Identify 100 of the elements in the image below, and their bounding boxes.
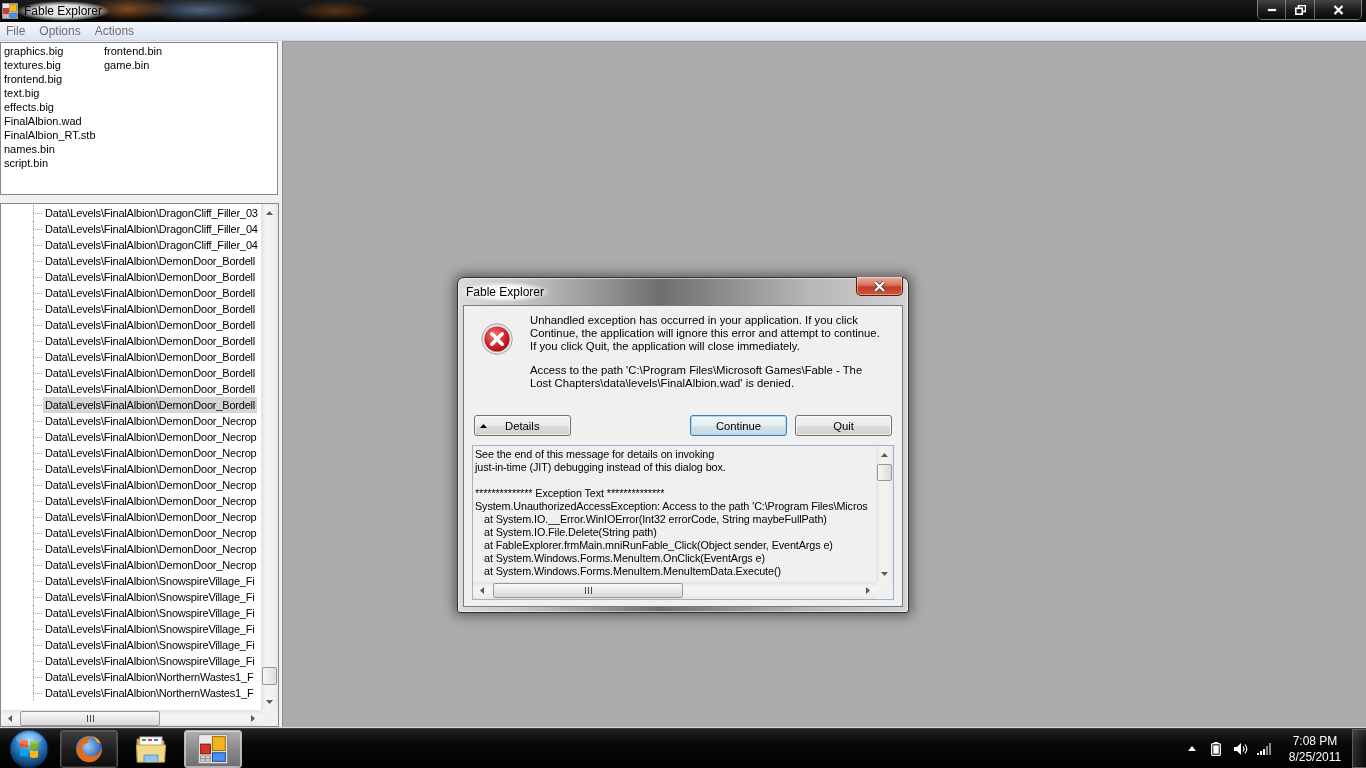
file-list-item[interactable]: frontend.big [4,72,63,86]
file-list-item[interactable]: textures.big [4,58,61,72]
restore-button[interactable] [1285,0,1314,19]
battery-icon[interactable] [1211,741,1221,756]
tree-item[interactable]: Data\Levels\FinalAlbion\DemonDoor_Necrop [43,509,259,525]
tree-item[interactable]: Data\Levels\FinalAlbion\DemonDoor_Bordell [43,349,258,365]
flag-orb-icon [9,728,49,768]
up-arrow-icon[interactable] [1188,746,1196,751]
details-line: just-in-time (JIT) debugging instead of this dialog box. [475,461,726,474]
exception-line: System.UnauthorizedAccessException: Access to the path 'C:\Program Files\Micros [475,500,868,513]
tree-item[interactable]: Data\Levels\FinalAlbion\DemonDoor_Necrop [43,557,259,573]
tree-item[interactable]: Data\Levels\FinalAlbion\DragonCliff_Filler_04 [43,221,260,237]
quit-button[interactable]: Quit [795,415,892,436]
dialog-title: Fable Explorer [459,282,552,302]
file-list-item[interactable]: graphics.big [4,44,64,58]
tree-item[interactable]: Data\Levels\FinalAlbion\DemonDoor_Necrop [43,461,259,477]
error-icon [481,323,513,355]
window-title: Fable Explorer [16,1,111,21]
file-list-item[interactable]: FinalAlbion_RT.stb [4,128,96,142]
horizontal-scrollbar[interactable] [1,710,261,726]
details-button[interactable]: Details [474,415,571,436]
tree-item[interactable]: Data\Levels\FinalAlbion\DemonDoor_Bordell [43,333,258,349]
clock-time: 7:08 PM [1292,732,1338,749]
show-desktop-button[interactable] [1352,729,1366,768]
minimize-button[interactable] [1258,0,1285,19]
tree-item[interactable]: Data\Levels\FinalAlbion\DemonDoor_Bordell [43,301,258,317]
tree-item[interactable]: Data\Levels\FinalAlbion\SnowspireVillage_Fi [43,621,257,637]
taskbar-button[interactable] [184,729,242,768]
tree-item[interactable]: Data\Levels\FinalAlbion\DemonDoor_Necrop [43,493,259,509]
file-list-item[interactable]: text.big [4,86,40,100]
close-icon [1332,4,1344,15]
stack-trace-line: at FableExplorer.frmMain.mniRunFable_Click(Object sender, EventArgs e) [484,539,833,552]
up-arrow-icon[interactable] [266,210,273,215]
taskbar-button[interactable] [60,729,118,768]
right-arrow-icon[interactable] [250,714,255,722]
continue-button[interactable]: Continue [690,415,787,436]
tree-item[interactable]: Data\Levels\FinalAlbion\DragonCliff_Filler_03 [43,205,260,221]
error-detail: Access to the path 'C:\Program Files\Microsoft Games\Fable - The Lost Chapters\data\levels\FinalAlbion.wad' is denied. [530,364,864,390]
globe-icon [74,733,104,764]
tree-item[interactable]: Data\Levels\FinalAlbion\DemonDoor_Bordell [43,365,258,381]
tree-item[interactable]: Data\Levels\FinalAlbion\DemonDoor_Necrop [43,525,259,541]
stack-trace-line: at System.IO.__Error.WinIOError(Int32 errorCode, String maybeFullPath) [484,513,827,526]
tree-item[interactable]: Data\Levels\FinalAlbion\NorthernWastes1_F [43,669,256,685]
exception-heading: ************** Exception Text ************** [475,487,665,500]
signal-bars-icon[interactable] [1256,742,1272,755]
tree-item[interactable]: Data\Levels\FinalAlbion\DemonDoor_Necrop [43,541,259,557]
grip-icon [86,715,94,722]
tree-item[interactable]: Data\Levels\FinalAlbion\DemonDoor_Necrop [43,477,259,493]
stack-trace-line: at System.IO.File.Delete(String path) [484,526,657,539]
down-arrow-icon[interactable] [266,699,273,704]
down-arrow-icon[interactable] [881,571,888,576]
tree-item[interactable]: Data\Levels\FinalAlbion\DemonDoor_Bordell [43,397,258,413]
left-arrow-icon[interactable] [479,587,484,594]
stack-trace-line: at System.Windows.Forms.MenuItem.OnClick(EventArgs e) [484,552,765,565]
details-line: See the end of this message for details on invoking [475,448,715,461]
speaker-icon[interactable] [1232,741,1248,756]
tree-item[interactable]: Data\Levels\FinalAlbion\DemonDoor_Bordell [43,381,258,397]
close-button[interactable] [856,277,903,296]
folder-icon [135,733,167,764]
tree-item[interactable]: Data\Levels\FinalAlbion\SnowspireVillage_Fi [43,653,257,669]
right-arrow-icon[interactable] [865,587,870,594]
caret-up-icon [480,423,487,428]
tree-item[interactable]: Data\Levels\FinalAlbion\DemonDoor_Bordell [43,317,258,333]
tree-item[interactable]: Data\Levels\FinalAlbion\NorthernWastes1_F [43,685,256,701]
scroll-thumb[interactable] [262,667,277,685]
tree-item[interactable]: Data\Levels\FinalAlbion\SnowspireVillage_Fi [43,573,257,589]
file-list-item[interactable]: frontend.bin [104,44,163,58]
minimize-icon [1266,7,1277,12]
clock-date: 8/25/2011 [1288,748,1342,765]
scroll-thumb[interactable] [877,464,892,481]
tree-item[interactable]: Data\Levels\FinalAlbion\DragonCliff_Filler_04 [43,237,260,253]
tree-item[interactable]: Data\Levels\FinalAlbion\SnowspireVillage_Fi [43,637,257,653]
file-list-item[interactable]: script.bin [4,156,49,170]
vertical-scrollbar[interactable] [876,446,893,582]
file-list-item[interactable]: effects.big [4,100,54,114]
horizontal-scrollbar[interactable] [473,582,876,599]
menu-item[interactable]: File [0,22,32,40]
vertical-scrollbar[interactable] [261,204,278,710]
up-arrow-icon[interactable] [881,452,888,457]
file-list-item[interactable]: FinalAlbion.wad [4,114,82,128]
stack-trace-line: at System.Windows.Forms.MenuItem.MenuItemData.Execute() [484,565,781,578]
scroll-thumb[interactable] [493,583,683,598]
tree-item[interactable]: Data\Levels\FinalAlbion\DemonDoor_Bordell [43,269,258,285]
details-field[interactable] [472,445,894,600]
tree-item[interactable]: Data\Levels\FinalAlbion\DemonDoor_Necrop [43,429,259,445]
tree-item[interactable]: Data\Levels\FinalAlbion\DemonDoor_Bordell [43,285,258,301]
left-arrow-icon[interactable] [7,714,12,722]
menu-item[interactable]: Options [33,22,87,40]
tree-item[interactable]: Data\Levels\FinalAlbion\DemonDoor_Bordell [43,253,258,269]
tree-item[interactable]: Data\Levels\FinalAlbion\SnowspireVillage_Fi [43,605,257,621]
tree-item[interactable]: Data\Levels\FinalAlbion\SnowspireVillage_Fi [43,589,257,605]
tree-item[interactable]: Data\Levels\FinalAlbion\DemonDoor_Necrop [43,413,259,429]
file-list-item[interactable]: game.bin [104,58,150,72]
error-message: Unhandled exception has occurred in your application. If you click Continue, the application will ignore this error and attempt to continue. If you click Quit, the application will close immediately. [530,314,881,353]
file-list-item[interactable]: names.bin [4,142,55,156]
tree-item[interactable]: Data\Levels\FinalAlbion\DemonDoor_Necrop [43,445,259,461]
restore-icon [1294,4,1306,15]
scroll-thumb[interactable] [20,711,160,726]
menu-item[interactable]: Actions [88,22,141,40]
grip-icon [584,587,592,594]
